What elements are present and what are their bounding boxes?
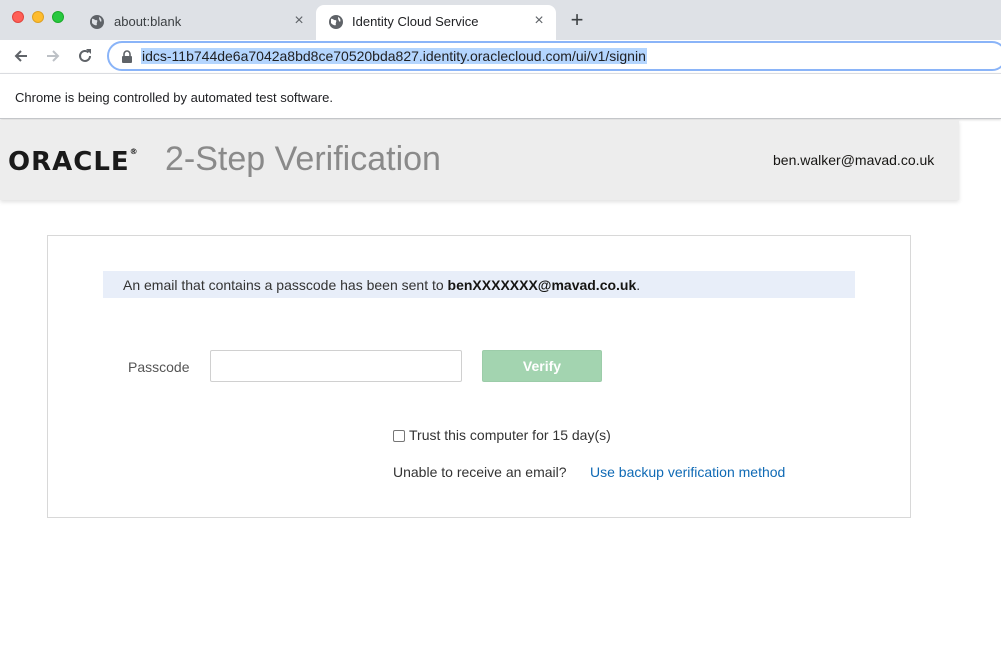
tab-about-blank[interactable]: about:blank × (78, 5, 316, 40)
email-sent-notice: An email that contains a passcode has be… (103, 271, 855, 298)
backup-verification-link[interactable]: Use backup verification method (590, 464, 785, 480)
browser-tab-strip: about:blank × Identity Cloud Service × + (0, 0, 1001, 40)
oracle-logo: ORACLE® (8, 147, 139, 177)
browser-toolbar: idcs-11b744de6a7042a8bd8ce70520bda827.id… (0, 40, 1001, 73)
close-icon[interactable]: × (530, 12, 548, 30)
maximize-window-button[interactable] (52, 11, 64, 23)
globe-icon (90, 15, 104, 29)
user-email: ben.walker@mavad.co.uk (773, 152, 935, 168)
tab-title: Identity Cloud Service (352, 14, 479, 29)
new-tab-button[interactable]: + (566, 9, 588, 31)
notice-text: An email that contains a passcode has be… (123, 277, 641, 293)
address-bar[interactable]: idcs-11b744de6a7042a8bd8ce70520bda827.id… (107, 41, 1001, 71)
infobar-message: Chrome is being controlled by automated … (15, 90, 333, 105)
tab-identity-cloud-service[interactable]: Identity Cloud Service × (316, 5, 556, 40)
back-arrow-icon[interactable] (11, 46, 31, 66)
trust-computer-label[interactable]: Trust this computer for 15 day(s) (409, 427, 611, 443)
lock-icon[interactable] (121, 50, 133, 63)
trust-computer-checkbox[interactable] (393, 430, 405, 442)
globe-icon (329, 15, 343, 29)
masked-email: benXXXXXXX@mavad.co.uk (447, 277, 637, 293)
passcode-label: Passcode (128, 359, 190, 375)
forward-arrow-icon[interactable] (43, 46, 63, 66)
reload-icon[interactable] (75, 46, 95, 66)
close-icon[interactable]: × (290, 12, 308, 30)
page-title: 2-Step Verification (165, 140, 441, 178)
unable-to-receive-text: Unable to receive an email? (393, 464, 567, 480)
verify-button[interactable]: Verify (482, 350, 602, 382)
url-text[interactable]: idcs-11b744de6a7042a8bd8ce70520bda827.id… (141, 48, 647, 64)
passcode-input[interactable] (210, 350, 462, 382)
close-window-button[interactable] (12, 11, 24, 23)
tab-title: about:blank (114, 14, 182, 29)
automation-infobar: Chrome is being controlled by automated … (0, 73, 1001, 119)
minimize-window-button[interactable] (32, 11, 44, 23)
